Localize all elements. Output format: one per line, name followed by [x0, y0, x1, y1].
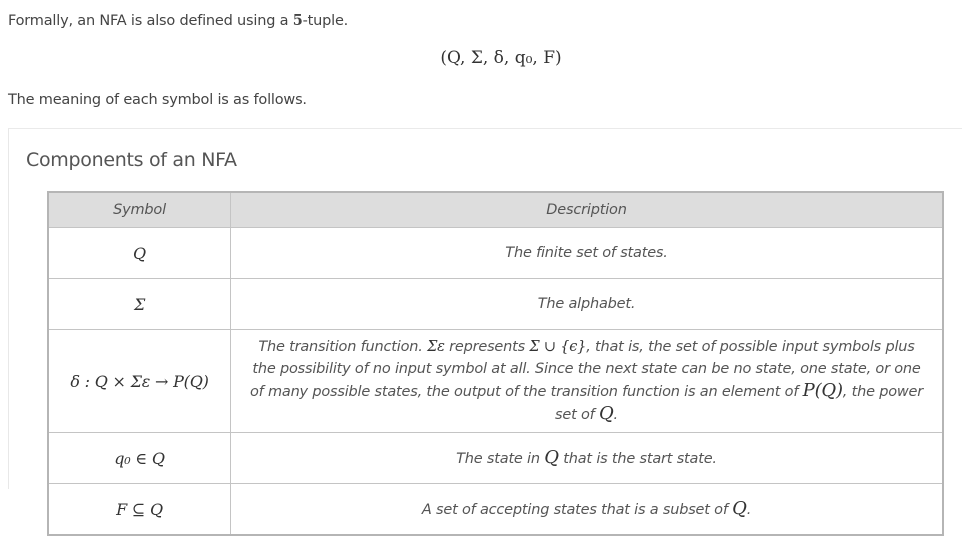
header-description: Description	[230, 191, 944, 228]
symbol-cell: F ⊆ Q	[47, 483, 231, 536]
desc-text: The state in	[456, 450, 545, 467]
intro-pre: Formally, an NFA is also defined using a	[8, 13, 293, 29]
symbol-math: δ : Q × Σε → P(Q)	[70, 371, 209, 391]
intro-post: -tuple.	[302, 13, 349, 29]
desc-math: Σ ∪ {ϵ}	[529, 339, 587, 355]
symbol-cell: δ : Q × Σε → P(Q)	[47, 329, 231, 433]
description-cell: The alphabet.	[230, 278, 944, 330]
components-table: Symbol Description Q The finite set of s…	[47, 191, 944, 536]
desc-text: .	[746, 501, 752, 518]
symbol-math: q₀ ∈ Q	[114, 448, 165, 468]
table-row: F ⊆ Q A set of accepting states that is …	[47, 483, 944, 536]
symbol-math: Σ	[133, 294, 146, 314]
desc-math: Q	[598, 403, 614, 424]
meaning-text: The meaning of each symbol is as follows…	[8, 92, 307, 108]
description-cell: The state in Q that is the start state.	[230, 432, 944, 484]
description-cell: A set of accepting states that is a subs…	[230, 483, 944, 536]
symbol-math: F ⊆ Q	[116, 499, 163, 519]
table-row: Σ The alphabet.	[47, 278, 944, 330]
desc-math: Q	[544, 446, 559, 468]
desc-text: that is the start state.	[558, 450, 717, 467]
desc-math: Q	[732, 497, 747, 519]
desc-text: represents	[444, 339, 530, 355]
description-cell: The finite set of states.	[230, 227, 944, 279]
desc-math: P(Q)	[802, 380, 843, 401]
symbol-cell: Q	[47, 227, 231, 279]
header-symbol: Symbol	[47, 191, 231, 228]
intro-text: Formally, an NFA is also defined using a…	[8, 12, 348, 29]
tuple-formula: (Q, Σ, δ, q₀, F)	[440, 48, 562, 68]
description-cell: The transition function. Σε represents Σ…	[230, 329, 944, 433]
table-row: q₀ ∈ Q The state in Q that is the start …	[47, 432, 944, 484]
desc-math: Σε	[427, 339, 445, 355]
card-title: Components of an NFA	[26, 149, 237, 171]
desc-text: .	[613, 407, 619, 423]
intro-number: 5	[292, 12, 303, 29]
symbol-math: Q	[133, 243, 146, 263]
symbol-cell: q₀ ∈ Q	[47, 432, 231, 484]
components-card: Components of an NFA Symbol Description …	[8, 128, 962, 536]
symbol-cell: Σ	[47, 278, 231, 330]
desc-text: A set of accepting states that is a subs…	[421, 501, 733, 518]
table-row: δ : Q × Σε → P(Q) The transition functio…	[47, 329, 944, 433]
desc-text: The transition function.	[258, 339, 428, 355]
table-row: Q The finite set of states.	[47, 227, 944, 279]
table-header-row: Symbol Description	[47, 191, 944, 228]
